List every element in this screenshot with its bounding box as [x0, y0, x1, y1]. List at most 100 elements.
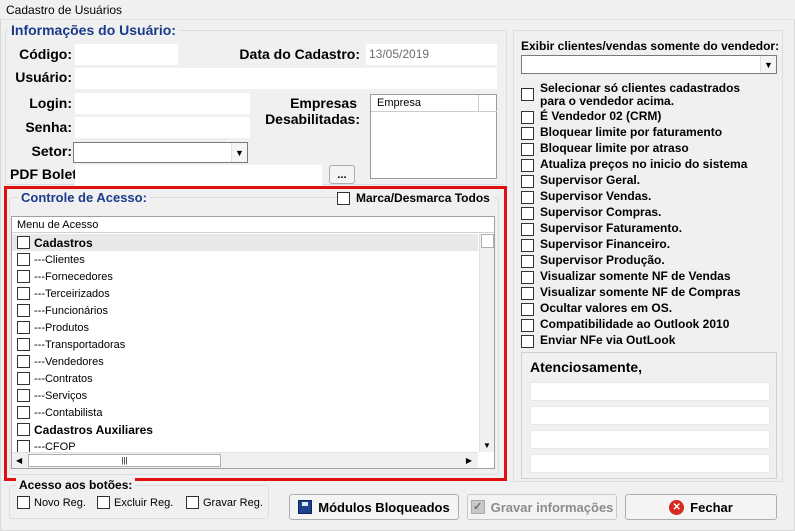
- vendedor-select[interactable]: ▼: [521, 55, 777, 74]
- tree-item-checkbox[interactable]: [17, 321, 30, 334]
- tree-item[interactable]: ---Produtos: [17, 319, 89, 336]
- option-checkbox[interactable]: [521, 255, 534, 268]
- option-row[interactable]: Atualiza preços no inicio do sistema: [521, 158, 747, 172]
- option-row[interactable]: Supervisor Financeiro.: [521, 238, 670, 252]
- option-checkbox[interactable]: [521, 207, 534, 220]
- option-label: Supervisor Compras.: [540, 205, 662, 219]
- tree-item-checkbox[interactable]: [17, 338, 30, 351]
- option-row[interactable]: Ocultar valores em OS.: [521, 302, 672, 316]
- tree-item-checkbox[interactable]: [17, 389, 30, 402]
- option-checkbox[interactable]: [521, 287, 534, 300]
- tree-item[interactable]: ---Serviços: [17, 387, 87, 404]
- chevron-down-icon[interactable]: ▼: [231, 143, 247, 162]
- h-scroll-thumb[interactable]: |||: [28, 454, 221, 467]
- option-row[interactable]: Supervisor Faturamento.: [521, 222, 682, 236]
- access-column-header[interactable]: Menu de Acesso: [12, 217, 494, 233]
- tree-item-label: ---Vendedores: [34, 355, 104, 368]
- option-row[interactable]: Visualizar somente NF de Vendas: [521, 270, 731, 284]
- tree-item[interactable]: ---Contabilista: [17, 404, 102, 421]
- option-checkbox[interactable]: [521, 271, 534, 284]
- login-field[interactable]: [75, 93, 250, 114]
- option-checkbox[interactable]: [521, 191, 534, 204]
- horizontal-scrollbar[interactable]: ◀ ||| ▶: [12, 452, 478, 468]
- option-checkbox[interactable]: [521, 88, 534, 101]
- gravar-reg-checkbox[interactable]: [186, 496, 199, 509]
- option-checkbox[interactable]: [521, 159, 534, 172]
- tree-item[interactable]: Cadastros: [17, 234, 93, 251]
- tree-item[interactable]: ---Vendedores: [17, 353, 104, 370]
- tree-item-checkbox[interactable]: [17, 236, 30, 249]
- fechar-button[interactable]: ✕ Fechar: [625, 494, 777, 520]
- signature-line-1[interactable]: [530, 382, 770, 401]
- excluir-reg-checkbox[interactable]: [97, 496, 110, 509]
- scroll-thumb[interactable]: [481, 234, 494, 248]
- option-checkbox[interactable]: [521, 111, 534, 124]
- tree-item[interactable]: ---Clientes: [17, 251, 85, 268]
- tree-item-checkbox[interactable]: [17, 287, 30, 300]
- tree-item-label: ---CFOP: [34, 440, 76, 453]
- access-tree[interactable]: Menu de Acesso Cadastros ---Clientes ---Fo…: [11, 216, 495, 469]
- pdf-boleto-field[interactable]: [75, 165, 322, 186]
- pdf-browse-button[interactable]: ...: [329, 165, 355, 184]
- signature-line-4[interactable]: [530, 454, 770, 473]
- codigo-field[interactable]: [75, 44, 178, 65]
- chevron-down-icon[interactable]: ▼: [760, 56, 776, 73]
- vertical-scrollbar[interactable]: ▼: [479, 234, 494, 452]
- gravar-informacoes-button[interactable]: ✓ Gravar informações: [467, 494, 617, 520]
- tree-item-checkbox[interactable]: [17, 253, 30, 266]
- tree-item-checkbox[interactable]: [17, 304, 30, 317]
- signature-line-3[interactable]: [530, 430, 770, 449]
- option-checkbox[interactable]: [521, 175, 534, 188]
- tree-item[interactable]: Cadastros Auxiliares: [17, 421, 153, 438]
- tree-item[interactable]: ---Funcionários: [17, 302, 108, 319]
- option-row[interactable]: Supervisor Produção.: [521, 254, 665, 268]
- option-row[interactable]: Bloquear limite por faturamento: [521, 126, 722, 140]
- option-row[interactable]: Visualizar somente NF de Compras: [521, 286, 741, 300]
- atenciosamente-label: Atenciosamente,: [530, 359, 643, 375]
- scroll-down-icon[interactable]: ▼: [483, 441, 491, 450]
- option-row[interactable]: Enviar NFe via OutLook: [521, 334, 675, 348]
- option-row[interactable]: Selecionar só clientes cadastrados para …: [521, 82, 740, 108]
- option-checkbox[interactable]: [521, 143, 534, 156]
- setor-select[interactable]: ▼: [73, 142, 248, 163]
- novo-reg-option[interactable]: Novo Reg.: [17, 496, 86, 509]
- option-checkbox[interactable]: [521, 303, 534, 316]
- tree-item-label: ---Terceirizados: [34, 287, 110, 300]
- scroll-right-icon[interactable]: ▶: [466, 456, 472, 465]
- option-label: Visualizar somente NF de Vendas: [540, 269, 731, 283]
- tree-item-checkbox[interactable]: [17, 406, 30, 419]
- excluir-reg-option[interactable]: Excluir Reg.: [97, 496, 173, 509]
- gravar-reg-option[interactable]: Gravar Reg.: [186, 496, 263, 509]
- toggle-all-row[interactable]: Marca/Desmarca Todos: [337, 191, 494, 205]
- option-row[interactable]: Supervisor Geral.: [521, 174, 640, 188]
- tree-item-checkbox[interactable]: [17, 372, 30, 385]
- option-row[interactable]: Supervisor Vendas.: [521, 190, 651, 204]
- senha-field[interactable]: [75, 117, 250, 138]
- novo-reg-checkbox[interactable]: [17, 496, 30, 509]
- tree-item[interactable]: ---Contratos: [17, 370, 93, 387]
- option-row[interactable]: Bloquear limite por atraso: [521, 142, 689, 156]
- option-row[interactable]: Compatibilidade ao Outlook 2010: [521, 318, 729, 332]
- option-label: Visualizar somente NF de Compras: [540, 285, 741, 299]
- tree-item-checkbox[interactable]: [17, 423, 30, 436]
- scroll-left-icon[interactable]: ◀: [16, 456, 22, 465]
- option-checkbox[interactable]: [521, 239, 534, 252]
- empresa-column-header[interactable]: Empresa: [371, 95, 479, 112]
- data-cadastro-field[interactable]: 13/05/2019: [366, 44, 497, 65]
- modulos-bloqueados-button[interactable]: Módulos Bloqueados: [289, 494, 459, 520]
- option-checkbox[interactable]: [521, 335, 534, 348]
- tree-item[interactable]: ---Fornecedores: [17, 268, 113, 285]
- option-row[interactable]: É Vendedor 02 (CRM): [521, 110, 661, 124]
- option-checkbox[interactable]: [521, 223, 534, 236]
- usuario-field[interactable]: [75, 68, 497, 89]
- tree-item-checkbox[interactable]: [17, 355, 30, 368]
- signature-line-2[interactable]: [530, 406, 770, 425]
- tree-item[interactable]: ---Terceirizados: [17, 285, 110, 302]
- empresas-list[interactable]: Empresa: [370, 94, 497, 179]
- toggle-all-checkbox[interactable]: [337, 191, 350, 205]
- option-checkbox[interactable]: [521, 319, 534, 332]
- option-row[interactable]: Supervisor Compras.: [521, 206, 661, 220]
- option-checkbox[interactable]: [521, 127, 534, 140]
- tree-item-checkbox[interactable]: [17, 270, 30, 283]
- tree-item[interactable]: ---Transportadoras: [17, 336, 125, 353]
